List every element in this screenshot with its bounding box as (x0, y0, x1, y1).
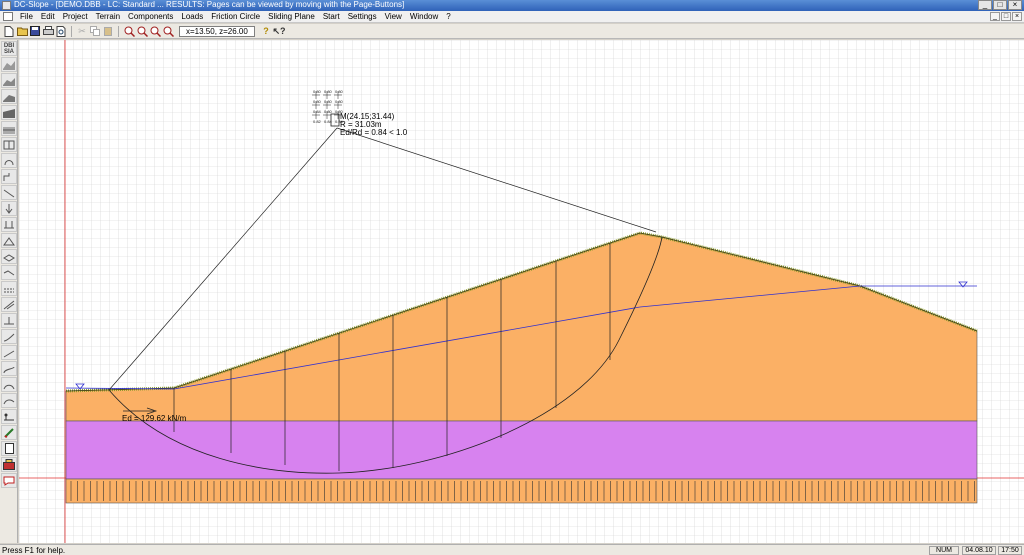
measure-icon[interactable] (1, 409, 17, 424)
grid-value: 0.80 (335, 99, 344, 104)
menu-bar: File Edit Project Terrain Components Loa… (0, 11, 1024, 23)
circle-grid-icon[interactable] (1, 329, 17, 344)
block-plane-icon[interactable] (1, 361, 17, 376)
soil-layer-icon[interactable] (1, 89, 17, 104)
zoom-all-icon[interactable] (162, 25, 174, 37)
grid-value: 0.80 (324, 109, 333, 114)
menu-components[interactable]: Components (124, 11, 177, 23)
toolbar-separator (118, 25, 119, 37)
soil-layer-middle[interactable] (65, 420, 978, 480)
menu-window[interactable]: Window (406, 11, 442, 23)
strip-load-icon[interactable] (1, 249, 17, 264)
app-icon (2, 1, 11, 10)
maximize-button[interactable]: □ (993, 0, 1007, 10)
print-icon[interactable] (42, 25, 54, 37)
menu-friction-circle[interactable]: Friction Circle (207, 11, 264, 23)
force-label: Ed = 129.62 kN/m (122, 414, 187, 423)
context-help-icon[interactable]: ↖? (272, 25, 285, 37)
geotextile-icon[interactable] (1, 185, 17, 200)
grid-value: 0.80 (324, 89, 333, 94)
code-selector-button[interactable]: DBI SIA (1, 41, 17, 56)
soil-fill-icon[interactable] (1, 105, 17, 120)
slip-circle-icon[interactable] (1, 313, 17, 328)
mdi-minimize-button[interactable]: _ (990, 12, 1000, 21)
polygon-plane-icon[interactable] (1, 345, 17, 360)
menu-sliding-plane[interactable]: Sliding Plane (264, 11, 319, 23)
grid-value: 0.80 (324, 99, 333, 104)
nail-icon[interactable] (1, 169, 17, 184)
num-lock-indicator: NUM (929, 546, 959, 555)
menu-terrain[interactable]: Terrain (92, 11, 124, 23)
save-icon[interactable] (29, 25, 41, 37)
wall-element-icon[interactable] (1, 137, 17, 152)
center-grid-crosses (312, 91, 342, 119)
grid-value: 0.84 (313, 109, 322, 114)
grid-value: 0.80 (335, 89, 344, 94)
grid-value: 0.82 (313, 119, 322, 124)
menu-view[interactable]: View (381, 11, 406, 23)
title-bar: DC-Slope - [DEMO.DBB - LC: Standard ... … (0, 0, 1024, 11)
mdi-close-button[interactable]: × (1012, 12, 1022, 21)
copy-icon[interactable] (89, 25, 101, 37)
results-icon[interactable] (1, 457, 17, 472)
menu-start[interactable]: Start (319, 11, 344, 23)
main-toolbar: ✂ x=13.50, z=26.00 ? ↖? (0, 24, 1024, 39)
calculate-icon[interactable] (1, 425, 17, 440)
toolbar-separator (71, 25, 72, 37)
grid-value: 0.80 (313, 99, 322, 104)
menu-edit[interactable]: Edit (37, 11, 59, 23)
layer-hatch-icon[interactable] (1, 121, 17, 136)
menu-project[interactable]: Project (59, 11, 92, 23)
terrain-point-icon[interactable] (1, 57, 17, 72)
line-load-icon[interactable] (1, 217, 17, 232)
print-preview-icon[interactable] (55, 25, 67, 37)
slope-drawing[interactable]: Ed = 129.62 kN/m 0.80 0.80 0.80 0.80 0.8… (19, 40, 1024, 543)
soil-layer-bottom[interactable] (65, 478, 978, 504)
terrain-layer-icon[interactable] (1, 73, 17, 88)
paste-icon[interactable] (102, 25, 114, 37)
earthquake-icon[interactable] (1, 393, 17, 408)
menu-settings[interactable]: Settings (344, 11, 381, 23)
status-time: 17:50 (998, 546, 1022, 555)
mdi-restore-button[interactable]: □ (1001, 12, 1011, 21)
document-icon (3, 12, 13, 21)
drawing-canvas[interactable]: Ed = 129.62 kN/m 0.80 0.80 0.80 0.80 0.8… (19, 40, 1024, 543)
comment-icon[interactable] (1, 473, 17, 488)
menu-help[interactable]: ? (442, 11, 454, 23)
report-icon[interactable] (1, 441, 17, 456)
zoom-in-icon[interactable] (123, 25, 135, 37)
new-file-icon[interactable] (3, 25, 15, 37)
water-table-icon[interactable] (1, 265, 17, 280)
left-tool-palette: DBI SIA (0, 40, 18, 543)
pressure-icon[interactable] (1, 281, 17, 296)
window-title: DC-Slope - [DEMO.DBB - LC: Standard ... … (14, 0, 405, 9)
code-label-bottom: SIA (3, 48, 14, 55)
area-load-icon[interactable] (1, 233, 17, 248)
close-button[interactable]: × (1008, 0, 1022, 10)
status-date: 04.08.10 (962, 546, 996, 555)
grid-value: 0.80 (313, 89, 322, 94)
help-question-icon[interactable]: ? (260, 25, 272, 37)
status-help-text: Press F1 for help. (2, 546, 66, 555)
pore-pressure-icon[interactable] (1, 297, 17, 312)
section-icon[interactable] (1, 377, 17, 392)
status-bar: Press F1 for help. NUM 04.08.10 17:50 (0, 544, 1024, 555)
coordinate-readout: x=13.50, z=26.00 (179, 25, 255, 37)
app-window: DC-Slope - [DEMO.DBB - LC: Standard ... … (0, 0, 1024, 555)
zoom-out-icon[interactable] (136, 25, 148, 37)
zoom-window-icon[interactable] (149, 25, 161, 37)
minimize-button[interactable]: _ (978, 0, 992, 10)
open-folder-icon[interactable] (16, 25, 28, 37)
stability-ratio-label: Ed/Rd = 0.84 < 1.0 (340, 128, 408, 137)
cut-icon[interactable]: ✂ (76, 25, 88, 37)
menu-file[interactable]: File (16, 11, 37, 23)
point-load-icon[interactable] (1, 201, 17, 216)
anchor-icon[interactable] (1, 153, 17, 168)
menu-loads[interactable]: Loads (177, 11, 207, 23)
